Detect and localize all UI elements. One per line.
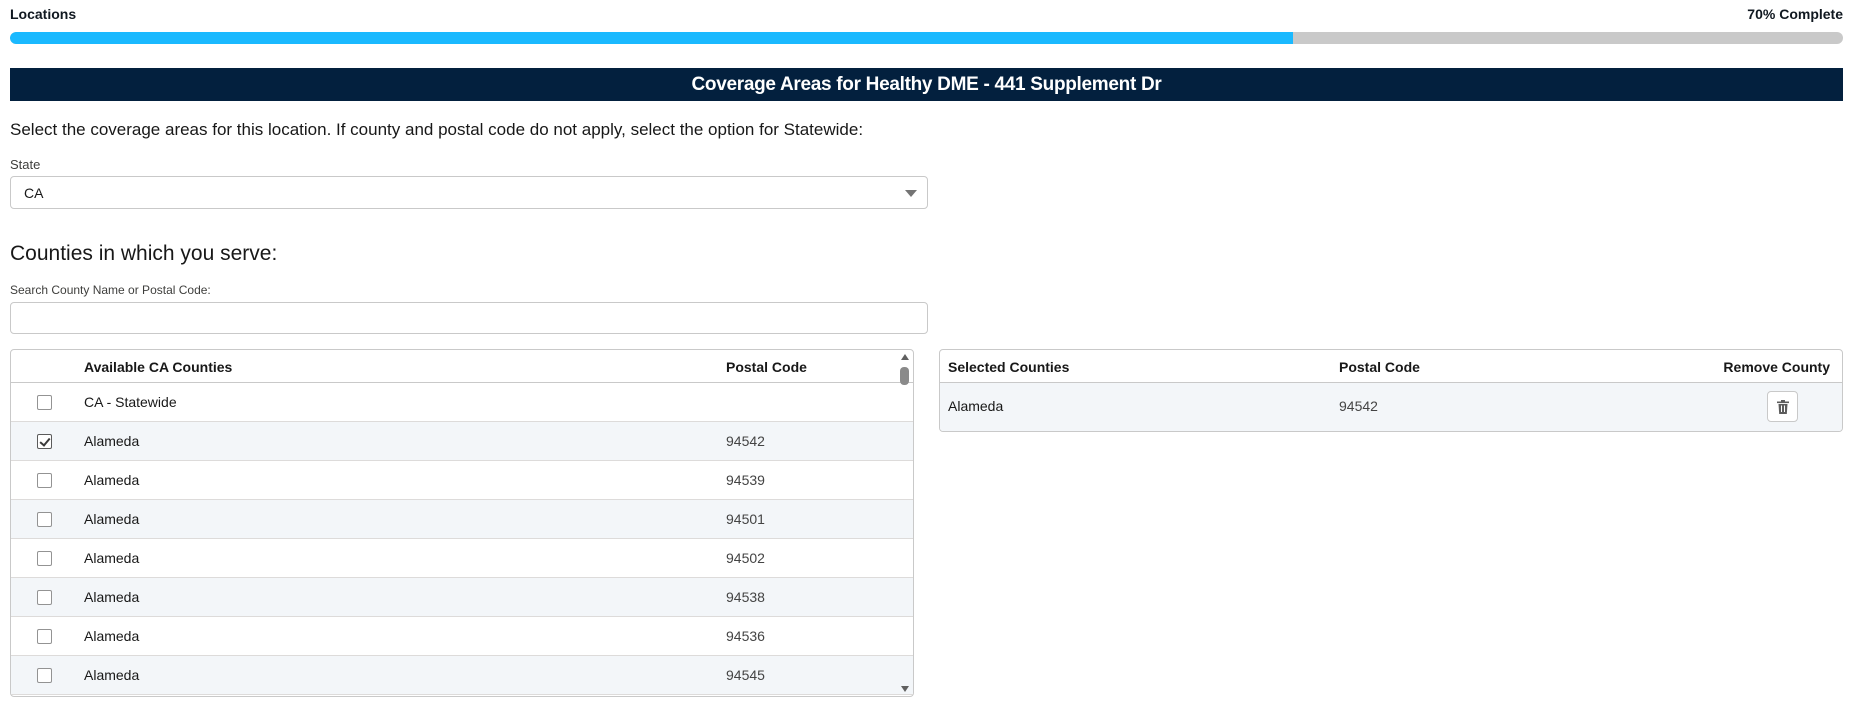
column-header-remove-county: Remove County — [1723, 359, 1830, 375]
county-name: Alameda — [84, 667, 140, 683]
county-name: Alameda — [84, 628, 140, 644]
county-name: Alameda — [84, 511, 140, 527]
county-postal-code: 94542 — [726, 433, 765, 449]
search-label: Search County Name or Postal Code: — [10, 283, 211, 297]
table-row: Alameda 94542 — [940, 383, 1842, 431]
progress-header: Locations 70% Complete — [10, 6, 1843, 26]
county-name: Alameda — [84, 433, 140, 449]
progress-bar — [10, 32, 1843, 44]
table-row[interactable]: Alameda 94502 — [11, 539, 913, 578]
table-row[interactable]: Alameda 94536 — [11, 617, 913, 656]
county-search-input[interactable] — [10, 302, 928, 334]
county-postal-code: 94538 — [726, 589, 765, 605]
table-row[interactable]: Alameda 94539 — [11, 461, 913, 500]
state-select-value: CA — [24, 185, 44, 201]
county-name: Alameda — [84, 550, 140, 566]
county-postal-code: 94539 — [726, 472, 765, 488]
scroll-down-arrow-icon[interactable] — [901, 686, 909, 692]
chevron-down-icon — [905, 190, 917, 197]
instruction-text: Select the coverage areas for this locat… — [10, 120, 864, 139]
table-row[interactable]: Alameda 94542 — [11, 422, 913, 461]
county-checkbox[interactable] — [37, 473, 52, 488]
county-name: Alameda — [84, 472, 140, 488]
county-checkbox[interactable] — [37, 590, 52, 605]
progress-text: 70% Complete — [1747, 6, 1843, 22]
section-title: Locations — [10, 6, 77, 22]
column-header-postal-code: Postal Code — [1339, 359, 1420, 375]
county-postal-code: 94502 — [726, 550, 765, 566]
coverage-banner: Coverage Areas for Healthy DME - 441 Sup… — [10, 68, 1843, 101]
available-counties-table: Available CA Counties Postal Code CA - S… — [10, 349, 914, 697]
county-name: CA - Statewide — [84, 394, 177, 410]
column-header-county: Available CA Counties — [84, 359, 233, 375]
table-header: Available CA Counties Postal Code — [11, 350, 913, 383]
table-scrollbar[interactable] — [897, 350, 913, 696]
county-checkbox[interactable] — [37, 668, 52, 683]
county-postal-code: 94536 — [726, 628, 765, 644]
table-row[interactable]: CA - Statewide — [11, 383, 913, 422]
state-label: State — [10, 157, 41, 172]
column-header-selected-counties: Selected Counties — [948, 359, 1070, 375]
selected-county-name: Alameda — [948, 398, 1004, 414]
table-row[interactable]: Alameda 94501 — [11, 500, 913, 539]
remove-county-button[interactable] — [1767, 391, 1798, 422]
county-checkbox[interactable] — [37, 434, 52, 449]
progress-bar-fill — [10, 32, 1294, 44]
state-select[interactable]: CA — [10, 176, 928, 209]
selected-counties-table: Selected Counties Postal Code Remove Cou… — [939, 349, 1843, 432]
county-postal-code: 94545 — [726, 667, 765, 683]
scrollbar-thumb[interactable] — [900, 367, 909, 385]
table-row[interactable]: Alameda 94545 — [11, 656, 913, 695]
scroll-up-arrow-icon[interactable] — [901, 354, 909, 360]
county-checkbox[interactable] — [37, 629, 52, 644]
selected-county-postal-code: 94542 — [1339, 398, 1378, 414]
county-postal-code: 94501 — [726, 511, 765, 527]
county-checkbox[interactable] — [37, 395, 52, 410]
county-checkbox[interactable] — [37, 551, 52, 566]
column-header-postal-code: Postal Code — [726, 359, 807, 375]
counties-heading: Counties in which you serve: — [10, 242, 278, 265]
county-name: Alameda — [84, 589, 140, 605]
trash-icon — [1777, 400, 1789, 414]
county-checkbox[interactable] — [37, 512, 52, 527]
table-row[interactable]: Alameda 94538 — [11, 578, 913, 617]
table-header: Selected Counties Postal Code Remove Cou… — [940, 350, 1842, 383]
